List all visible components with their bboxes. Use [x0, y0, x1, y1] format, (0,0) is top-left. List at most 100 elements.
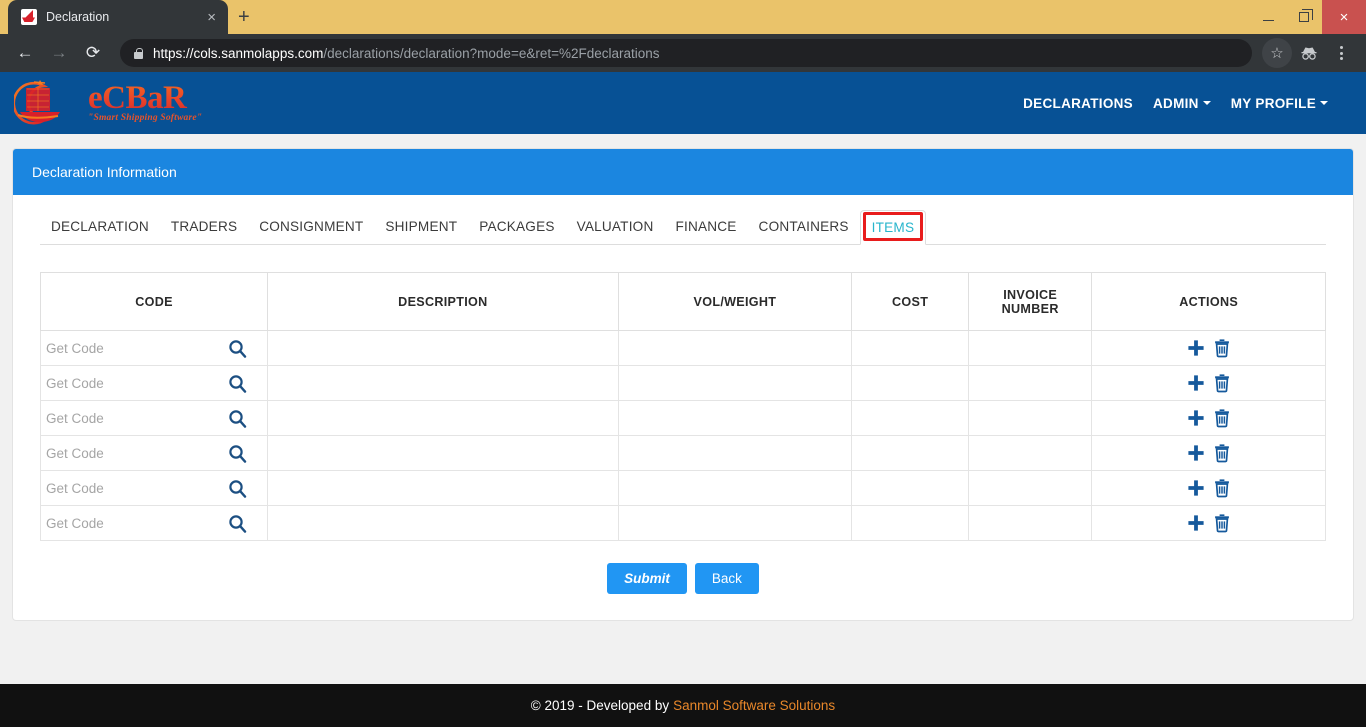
cell-cost[interactable] [851, 435, 970, 471]
cell-cost[interactable] [851, 330, 970, 366]
browser-toolbar: ← → ⟳ https://cols.sanmolapps.com/declar… [0, 34, 1366, 72]
app-navbar: eCBaR "Smart Shipping Software" DECLARAT… [0, 72, 1366, 134]
cell-vol-weight[interactable] [617, 330, 853, 366]
brand-text: eCBaR "Smart Shipping Software" [88, 82, 202, 123]
cell-vol-weight[interactable] [617, 400, 853, 436]
navlink-my-profile[interactable]: MY PROFILE [1231, 96, 1328, 111]
cell-actions [1091, 470, 1326, 506]
chevron-down-icon [1202, 101, 1211, 105]
table-row: Get Code [39, 435, 1326, 471]
brand-logo[interactable]: eCBaR "Smart Shipping Software" [12, 78, 202, 128]
brand-name: eCBaR [88, 82, 202, 115]
cell-code[interactable]: Get Code [39, 330, 269, 366]
cell-code[interactable]: Get Code [39, 400, 269, 436]
code-input-placeholder[interactable]: Get Code [46, 341, 104, 356]
cell-code[interactable]: Get Code [39, 435, 269, 471]
reload-icon[interactable]: ⟳ [78, 38, 108, 68]
tab-items[interactable]: ITEMS [859, 210, 927, 245]
cell-description[interactable] [267, 400, 619, 436]
footer-company-link[interactable]: Sanmol Software Solutions [673, 698, 835, 713]
cell-invoice-number[interactable] [968, 365, 1093, 401]
tab-valuation[interactable]: VALUATION [566, 209, 665, 244]
window-maximize-button[interactable] [1286, 0, 1322, 34]
navlink-admin[interactable]: ADMIN [1153, 96, 1211, 111]
new-tab-button[interactable]: + [228, 7, 260, 34]
trash-icon[interactable] [1213, 338, 1231, 358]
cell-actions [1091, 400, 1326, 436]
code-input-placeholder[interactable]: Get Code [46, 481, 104, 496]
window-close-button[interactable]: × [1322, 0, 1366, 34]
ship-logo-icon [12, 78, 92, 128]
bookmark-star-icon[interactable]: ☆ [1262, 38, 1292, 68]
cell-invoice-number[interactable] [968, 505, 1093, 541]
cell-vol-weight[interactable] [617, 505, 853, 541]
incognito-icon[interactable] [1294, 38, 1324, 68]
tab-consignment[interactable]: CONSIGNMENT [248, 209, 374, 244]
address-bar[interactable]: https://cols.sanmolapps.com/declarations… [120, 39, 1252, 67]
cell-cost[interactable] [851, 400, 970, 436]
cell-cost[interactable] [851, 505, 970, 541]
tab-packages[interactable]: PACKAGES [468, 209, 565, 244]
trash-icon[interactable] [1213, 408, 1231, 428]
cell-invoice-number[interactable] [968, 470, 1093, 506]
tab-traders[interactable]: TRADERS [160, 209, 248, 244]
plus-icon[interactable] [1186, 513, 1206, 533]
search-icon[interactable] [228, 514, 247, 533]
url-host: https://cols.sanmolapps.com [153, 45, 324, 61]
table-row: Get Code [39, 365, 1326, 401]
cell-invoice-number[interactable] [968, 330, 1093, 366]
browser-tab-declaration[interactable]: Declaration × [8, 0, 228, 34]
kebab-menu-icon[interactable] [1326, 38, 1356, 68]
cell-description[interactable] [267, 365, 619, 401]
close-tab-icon[interactable]: × [205, 10, 218, 25]
cell-code[interactable]: Get Code [39, 365, 269, 401]
cell-description[interactable] [267, 470, 619, 506]
plus-icon[interactable] [1186, 443, 1206, 463]
browser-titlebar: Declaration × + × [0, 0, 1366, 34]
navlink-declarations[interactable]: DECLARATIONS [1023, 96, 1133, 111]
cell-vol-weight[interactable] [617, 435, 853, 471]
plus-icon[interactable] [1186, 478, 1206, 498]
trash-icon[interactable] [1213, 373, 1231, 393]
cell-vol-weight[interactable] [617, 365, 853, 401]
tab-declaration[interactable]: DECLARATION [40, 209, 160, 244]
tab-containers[interactable]: CONTAINERS [748, 209, 860, 244]
trash-icon[interactable] [1213, 478, 1231, 498]
tab-shipment[interactable]: SHIPMENT [374, 209, 468, 244]
window-minimize-button[interactable] [1250, 0, 1286, 34]
submit-button[interactable]: Submit [607, 563, 687, 594]
search-icon[interactable] [228, 444, 247, 463]
trash-icon[interactable] [1213, 443, 1231, 463]
search-icon[interactable] [228, 339, 247, 358]
code-input-placeholder[interactable]: Get Code [46, 376, 104, 391]
cell-invoice-number[interactable] [968, 435, 1093, 471]
code-input-placeholder[interactable]: Get Code [46, 446, 104, 461]
cell-description[interactable] [267, 330, 619, 366]
window-controls: × [1250, 0, 1366, 34]
cell-actions [1091, 435, 1326, 471]
code-input-placeholder[interactable]: Get Code [46, 516, 104, 531]
cell-cost[interactable] [851, 470, 970, 506]
plus-icon[interactable] [1186, 373, 1206, 393]
search-icon[interactable] [228, 409, 247, 428]
search-icon[interactable] [228, 374, 247, 393]
code-input-placeholder[interactable]: Get Code [46, 411, 104, 426]
panel-body: DECLARATION TRADERS CONSIGNMENT SHIPMENT… [13, 195, 1353, 620]
cell-description[interactable] [267, 435, 619, 471]
back-icon[interactable]: ← [10, 38, 40, 68]
cell-code[interactable]: Get Code [39, 470, 269, 506]
search-icon[interactable] [228, 479, 247, 498]
plus-icon[interactable] [1186, 338, 1206, 358]
tab-finance[interactable]: FINANCE [664, 209, 747, 244]
invoice-header-line2: NUMBER [1001, 301, 1059, 316]
back-button[interactable]: Back [694, 563, 759, 594]
trash-icon[interactable] [1213, 513, 1231, 533]
cell-code[interactable]: Get Code [39, 505, 269, 541]
forward-icon[interactable]: → [44, 38, 74, 68]
column-header-cost: COST [851, 272, 970, 331]
cell-vol-weight[interactable] [617, 470, 853, 506]
cell-cost[interactable] [851, 365, 970, 401]
cell-invoice-number[interactable] [968, 400, 1093, 436]
cell-description[interactable] [267, 505, 619, 541]
plus-icon[interactable] [1186, 408, 1206, 428]
